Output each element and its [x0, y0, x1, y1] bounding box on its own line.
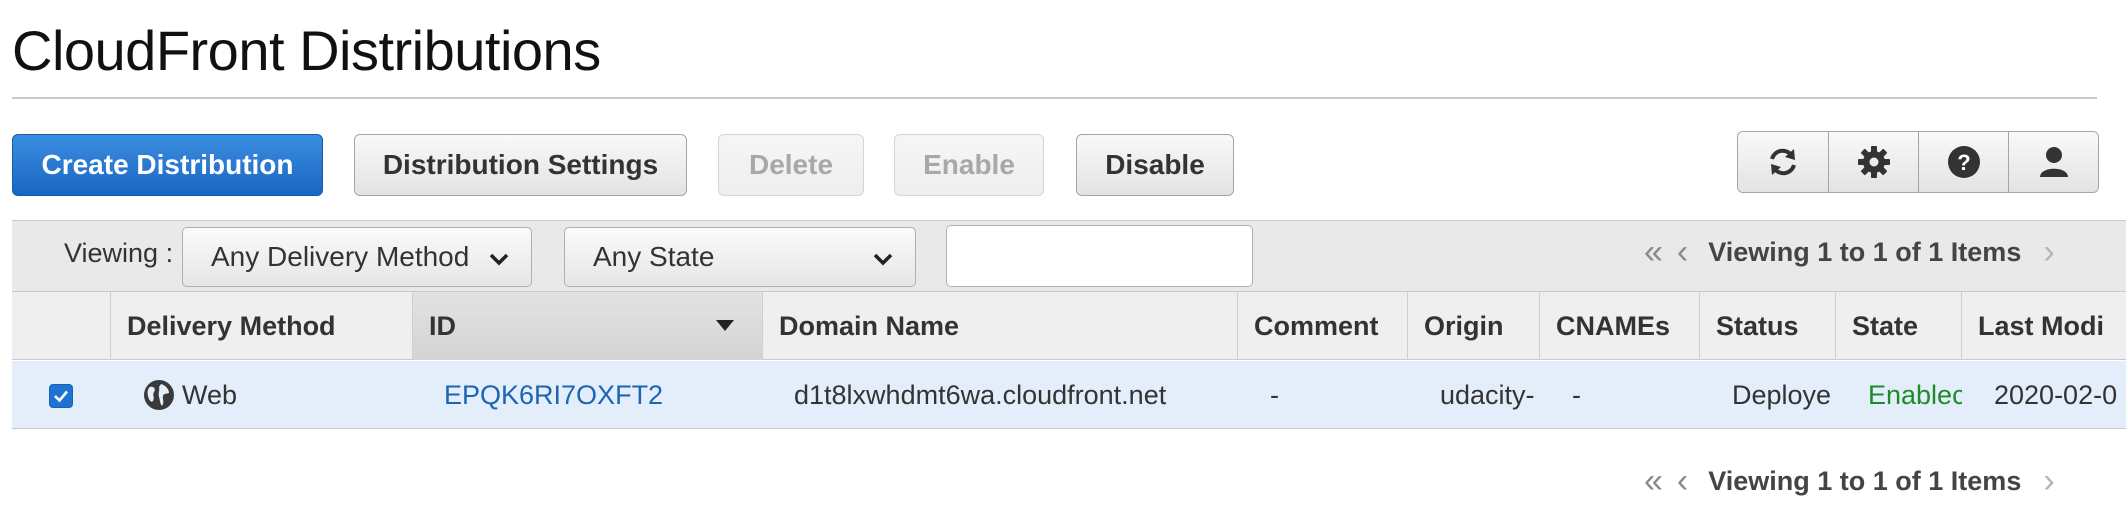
select-column-header [12, 292, 111, 360]
state-value: Any State [593, 241, 715, 272]
toolbar-icon-group: ? [1737, 131, 2099, 193]
chevron-down-icon [489, 253, 509, 266]
prev-page-icon[interactable]: ‹ [1677, 233, 1688, 272]
user-icon [2039, 147, 2068, 177]
next-page-icon[interactable]: › [2043, 233, 2054, 272]
delete-button[interactable]: Delete [718, 134, 864, 196]
title-divider [12, 97, 2097, 99]
help-button[interactable]: ? [1918, 132, 2008, 192]
delivery-method-value: Web [182, 379, 238, 410]
disable-button[interactable]: Disable [1076, 134, 1234, 196]
first-page-icon[interactable]: « [1644, 233, 1663, 272]
column-header-last-modified[interactable]: Last Modi [1962, 292, 2126, 360]
refresh-button[interactable] [1738, 132, 1828, 192]
cell-last-modified: 2020-02-0 [1994, 379, 2118, 410]
cell-delivery-method: Web [142, 361, 412, 429]
cell-status: Deploye [1732, 379, 1832, 410]
cloudfront-distributions-page: CloudFront Distributions Create Distribu… [0, 0, 2126, 528]
page-title: CloudFront Distributions [12, 19, 601, 82]
cell-domain-name: d1t8lxwhdmt6wa.cloudfront.net [794, 379, 1167, 410]
column-header-origin[interactable]: Origin [1408, 292, 1540, 360]
account-button[interactable] [2008, 132, 2098, 192]
delivery-method-select[interactable]: Any Delivery Method [182, 227, 532, 287]
row-select-checkbox[interactable] [49, 384, 73, 408]
help-icon: ? [1947, 146, 1980, 178]
cell-origin: udacity- [1440, 379, 1535, 410]
refresh-icon [1770, 148, 1796, 176]
pagination-bottom: « ‹ Viewing 1 to 1 of 1 Items › [1644, 461, 2055, 501]
cell-state: Enablec [1868, 379, 1962, 410]
column-header-id[interactable]: ID [413, 292, 763, 360]
viewing-label: Viewing : [64, 238, 174, 268]
column-header-domain-name[interactable]: Domain Name [763, 292, 1238, 360]
settings-button[interactable] [1828, 132, 1918, 192]
column-header-cnames[interactable]: CNAMEs [1540, 292, 1700, 360]
prev-page-icon[interactable]: ‹ [1677, 462, 1688, 501]
search-input[interactable] [946, 225, 1253, 287]
gear-icon [1857, 146, 1890, 178]
state-select[interactable]: Any State [564, 227, 916, 287]
distribution-settings-button[interactable]: Distribution Settings [354, 134, 687, 196]
pagination-top: « ‹ Viewing 1 to 1 of 1 Items › [1644, 232, 2055, 272]
pagination-text: Viewing 1 to 1 of 1 Items [1708, 236, 2022, 267]
column-header-delivery-method[interactable]: Delivery Method [111, 292, 413, 360]
enable-button[interactable]: Enable [894, 134, 1044, 196]
distribution-id-link[interactable]: EPQK6RI7OXFT2 [444, 361, 754, 429]
delivery-method-value: Any Delivery Method [211, 241, 470, 272]
column-header-comment[interactable]: Comment [1238, 292, 1408, 360]
column-header-state[interactable]: State [1836, 292, 1962, 360]
column-header-id-label: ID [429, 310, 456, 341]
cell-comment: - [1270, 379, 1279, 410]
column-header-status[interactable]: Status [1700, 292, 1836, 360]
pagination-text: Viewing 1 to 1 of 1 Items [1708, 465, 2022, 496]
create-distribution-button[interactable]: Create Distribution [12, 134, 323, 196]
chevron-down-icon [873, 253, 893, 266]
globe-icon [144, 380, 174, 410]
first-page-icon[interactable]: « [1644, 462, 1663, 501]
checkmark-icon [54, 390, 68, 403]
sort-descending-icon [716, 320, 734, 331]
svg-text:?: ? [1957, 150, 1970, 175]
cell-cnames: - [1572, 379, 1581, 410]
next-page-icon[interactable]: › [2043, 462, 2054, 501]
